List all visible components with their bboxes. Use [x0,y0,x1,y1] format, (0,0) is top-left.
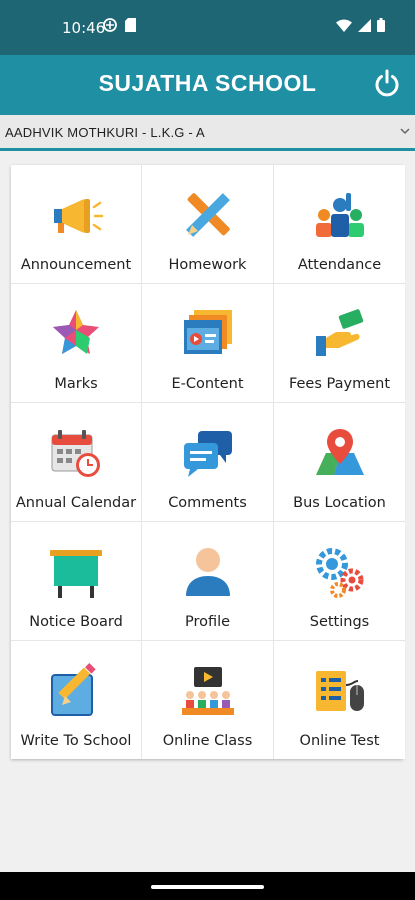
menu-item-announcement[interactable]: Announcement [11,165,141,283]
signal-icon [358,18,371,32]
menu-item-comments[interactable]: Comments [142,403,273,521]
menu-item-annual-calendar[interactable]: Annual Calendar [11,403,141,521]
status-time: 10:46 [62,19,106,37]
menu-item-attendance[interactable]: Attendance [274,165,405,283]
menu-item-label: Settings [309,614,370,630]
menu-item-label: Online Test [299,733,380,749]
menu-item-label: Write To School [20,733,132,749]
menu-item-label: Notice Board [29,614,123,630]
pencil-ruler-icon [185,193,230,237]
wifi-icon [336,19,352,32]
menu-item-bus-location[interactable]: Bus Location [274,403,405,521]
menu-item-profile[interactable]: Profile [142,522,273,640]
menu-item-label: Profile [184,614,231,630]
menu-item-label: Annual Calendar [15,495,137,511]
menu-item-settings[interactable]: Settings [274,522,405,640]
menu-item-label: E-Content [171,376,244,392]
online-test-icon [315,671,364,711]
calendar-clock-icon [51,430,100,477]
sync-icon [103,18,117,32]
menu-item-fees-payment[interactable]: Fees Payment [274,284,405,402]
star-icon [53,310,99,354]
app-title: SUJATHA SCHOOL [98,70,317,96]
online-class-icon [181,667,234,715]
chat-bubbles-icon [183,431,232,477]
student-selector[interactable]: AADHVIK MOTHKURI - L.K.G - A [0,115,415,151]
menu-item-label: Homework [168,257,247,273]
menu-grid: Announcement Homework Attendance Marks E… [11,165,405,759]
gears-icon [315,548,363,598]
home-gesture-handle[interactable] [151,885,264,889]
menu-item-homework[interactable]: Homework [142,165,273,283]
menu-item-notice-board[interactable]: Notice Board [11,522,141,640]
menu-item-label: Marks [54,376,98,392]
attendance-icon [315,193,364,237]
notice-board-icon [50,550,102,598]
menu-item-online-test[interactable]: Online Test [274,641,405,759]
battery-icon [377,18,385,32]
menu-item-online-class[interactable]: Online Class [142,641,273,759]
menu-item-label: Bus Location [293,495,386,511]
power-icon[interactable] [372,68,402,98]
menu-item-label: Online Class [162,733,253,749]
profile-icon [185,548,230,596]
status-bar: 10:46 [0,0,415,55]
app-bar: SUJATHA SCHOOL [0,55,415,115]
navigation-bar [0,872,415,900]
student-selector-value: AADHVIK MOTHKURI - L.K.G - A [5,125,205,140]
write-icon [51,663,96,716]
menu-item-label: Announcement [20,257,132,273]
payment-icon [315,309,363,356]
megaphone-icon [54,199,104,233]
menu-item-write-to-school[interactable]: Write To School [11,641,141,759]
menu-item-e-content[interactable]: E-Content [142,284,273,402]
menu-item-marks[interactable]: Marks [11,284,141,402]
map-pin-icon [315,429,364,475]
sd-card-icon [125,18,136,32]
menu-item-label: Attendance [297,257,382,273]
chevron-down-icon [400,128,410,135]
video-content-icon [183,310,232,354]
menu-item-label: Comments [168,495,247,511]
menu-item-label: Fees Payment [288,376,391,392]
